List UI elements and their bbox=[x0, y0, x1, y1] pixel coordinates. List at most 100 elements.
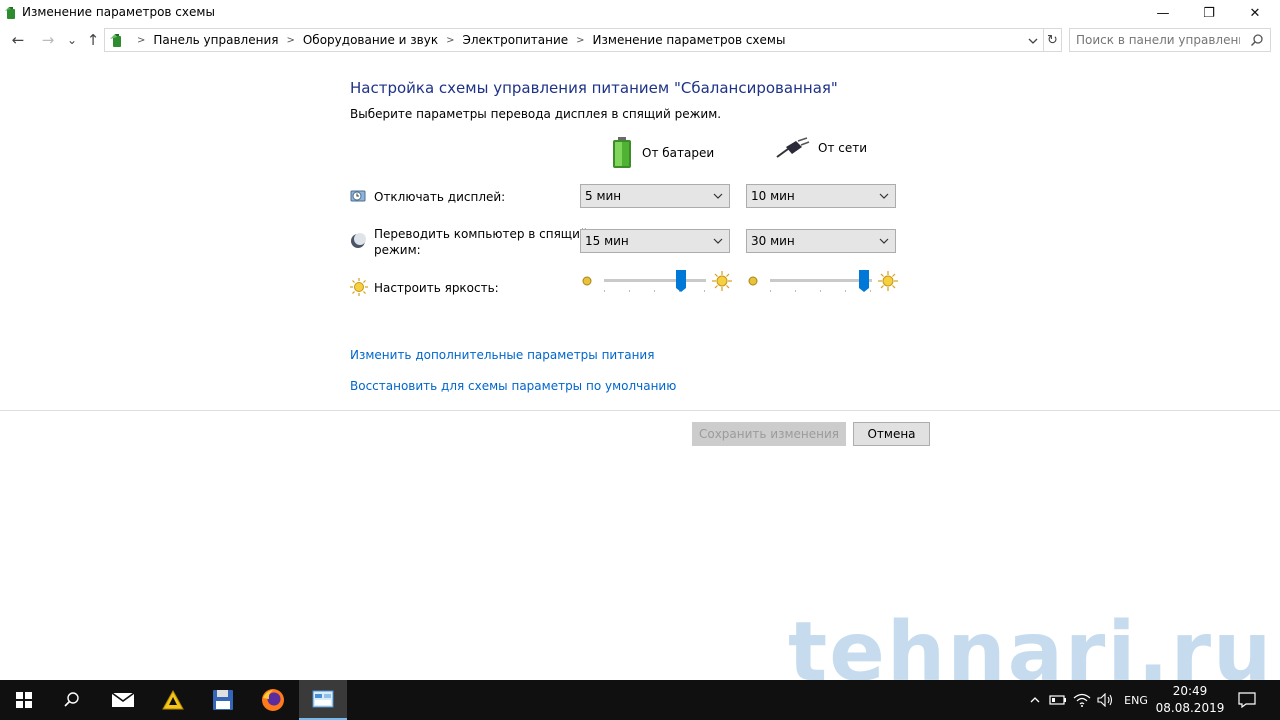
slider-tick bbox=[845, 290, 846, 292]
battery-column-label: От батареи bbox=[642, 146, 715, 160]
slider-ticks bbox=[770, 290, 872, 294]
search-box[interactable] bbox=[1069, 28, 1271, 52]
chevron-down-icon bbox=[879, 193, 889, 199]
display-off-label: Отключать дисплей: bbox=[374, 190, 506, 204]
chevron-down-icon[interactable] bbox=[1027, 35, 1039, 47]
slider-tick bbox=[770, 290, 771, 292]
breadcrumb-separator: > bbox=[576, 34, 585, 46]
up-button[interactable]: ↑ bbox=[83, 30, 103, 50]
clock[interactable]: 20:49 08.08.2019 bbox=[1152, 683, 1228, 717]
language-indicator[interactable]: ENG bbox=[1120, 680, 1152, 720]
taskbar-firefox-button[interactable] bbox=[249, 680, 297, 720]
brightness-low-icon bbox=[582, 276, 592, 286]
forward-button[interactable]: → bbox=[38, 30, 58, 50]
refresh-button[interactable]: ↻ bbox=[1044, 28, 1062, 52]
taskbar-save-app-button[interactable] bbox=[199, 680, 247, 720]
address-bar[interactable]: > Панель управления > Оборудование и зву… bbox=[104, 28, 1044, 52]
breadcrumb-power-options[interactable]: Электропитание bbox=[460, 33, 570, 47]
minimize-button[interactable]: — bbox=[1140, 0, 1186, 26]
brightness-battery-slider[interactable] bbox=[580, 270, 732, 296]
clock-time: 20:49 bbox=[1172, 684, 1208, 698]
back-button[interactable]: ← bbox=[8, 30, 28, 50]
sleep-plugged-value: 30 мин bbox=[751, 234, 795, 248]
power-plug-icon bbox=[776, 137, 810, 158]
search-icon[interactable] bbox=[1250, 33, 1264, 47]
display-off-plugged-select[interactable]: 10 мин bbox=[746, 184, 896, 208]
breadcrumb-hardware-sound[interactable]: Оборудование и звук bbox=[301, 33, 440, 47]
warning-triangle-icon bbox=[162, 690, 184, 710]
control-panel-icon bbox=[312, 690, 334, 708]
advanced-settings-link[interactable]: Изменить дополнительные параметры питани… bbox=[350, 348, 654, 362]
close-button[interactable]: ✕ bbox=[1232, 0, 1278, 26]
cancel-button[interactable]: Отмена bbox=[853, 422, 930, 446]
title-bar: Изменение параметров схемы — ❐ ✕ bbox=[0, 0, 1280, 26]
taskbar-search-button[interactable] bbox=[48, 680, 96, 720]
slider-tick bbox=[654, 290, 655, 292]
slider-tick bbox=[629, 290, 630, 292]
slider-tick bbox=[795, 290, 796, 292]
plugged-column-label: От сети bbox=[818, 141, 868, 155]
display-clock-icon bbox=[350, 190, 366, 202]
slider-tick bbox=[870, 290, 871, 292]
firefox-icon bbox=[262, 689, 284, 711]
sleep-battery-value: 15 мин bbox=[585, 234, 629, 248]
windows-logo-icon bbox=[16, 692, 32, 708]
chevron-down-icon bbox=[879, 238, 889, 244]
sleep-battery-select[interactable]: 15 мин bbox=[580, 229, 730, 253]
search-icon bbox=[64, 692, 79, 707]
sleep-plugged-select[interactable]: 30 мин bbox=[746, 229, 896, 253]
slider-track[interactable] bbox=[770, 279, 872, 282]
display-off-battery-value: 5 мин bbox=[585, 189, 622, 203]
show-hidden-icons-button[interactable] bbox=[1024, 680, 1046, 720]
taskbar-app-button[interactable] bbox=[149, 680, 197, 720]
control-panel-icon bbox=[110, 34, 121, 47]
window-title: Изменение параметров схемы bbox=[22, 5, 215, 19]
brightness-label: Настроить яркость: bbox=[374, 281, 499, 295]
breadcrumb-separator: > bbox=[137, 34, 146, 46]
maximize-button[interactable]: ❐ bbox=[1186, 0, 1232, 26]
save-changes-button[interactable]: Сохранить изменения bbox=[692, 422, 846, 446]
slider-thumb[interactable] bbox=[858, 270, 869, 292]
taskbar-mail-button[interactable] bbox=[99, 680, 147, 720]
brightness-sun-icon bbox=[350, 278, 368, 296]
page-subtitle: Выберите параметры перевода дисплея в сп… bbox=[350, 107, 722, 121]
display-off-battery-select[interactable]: 5 мин bbox=[580, 184, 730, 208]
battery-tray-icon bbox=[1049, 695, 1066, 705]
battery-tray-button[interactable] bbox=[1046, 680, 1070, 720]
slider-track[interactable] bbox=[604, 279, 706, 282]
slider-tick bbox=[604, 290, 605, 292]
taskbar-control-panel-button[interactable] bbox=[299, 680, 347, 720]
speaker-icon bbox=[1097, 693, 1113, 707]
search-input[interactable] bbox=[1070, 29, 1240, 51]
recent-locations-button[interactable]: ⌄ bbox=[62, 30, 82, 50]
mail-icon bbox=[111, 692, 135, 707]
slider-tick bbox=[704, 290, 705, 292]
slider-tick bbox=[820, 290, 821, 292]
slider-ticks bbox=[604, 290, 706, 294]
sleep-label-line2: режим: bbox=[374, 243, 421, 257]
breadcrumb-separator: > bbox=[446, 34, 455, 46]
volume-tray-button[interactable] bbox=[1094, 680, 1118, 720]
brightness-high-icon bbox=[878, 271, 898, 291]
navigation-bar: ← → ⌄ ↑ > Панель управления > Оборудован… bbox=[0, 27, 1280, 53]
page-title: Настройка схемы управления питанием "Сба… bbox=[350, 79, 838, 97]
slider-thumb[interactable] bbox=[675, 270, 686, 292]
breadcrumb-control-panel[interactable]: Панель управления bbox=[151, 33, 280, 47]
restore-defaults-link[interactable]: Восстановить для схемы параметры по умол… bbox=[350, 379, 676, 393]
plugged-column-header: От сети bbox=[776, 137, 867, 159]
brightness-low-icon bbox=[748, 276, 758, 286]
breadcrumb-edit-plan[interactable]: Изменение параметров схемы bbox=[591, 33, 788, 47]
start-button[interactable] bbox=[0, 680, 48, 720]
wifi-icon bbox=[1073, 693, 1091, 707]
action-center-button[interactable] bbox=[1230, 680, 1264, 720]
wifi-tray-button[interactable] bbox=[1070, 680, 1094, 720]
battery-icon bbox=[613, 137, 631, 168]
display-off-plugged-value: 10 мин bbox=[751, 189, 795, 203]
brightness-plugged-slider[interactable] bbox=[746, 270, 898, 296]
taskbar: ENG 20:49 08.08.2019 bbox=[0, 680, 1280, 720]
power-options-icon bbox=[5, 7, 15, 19]
chevron-down-icon bbox=[713, 193, 723, 199]
chevron-up-icon bbox=[1030, 697, 1040, 703]
brightness-high-icon bbox=[712, 271, 732, 291]
floppy-disk-icon bbox=[213, 690, 233, 710]
